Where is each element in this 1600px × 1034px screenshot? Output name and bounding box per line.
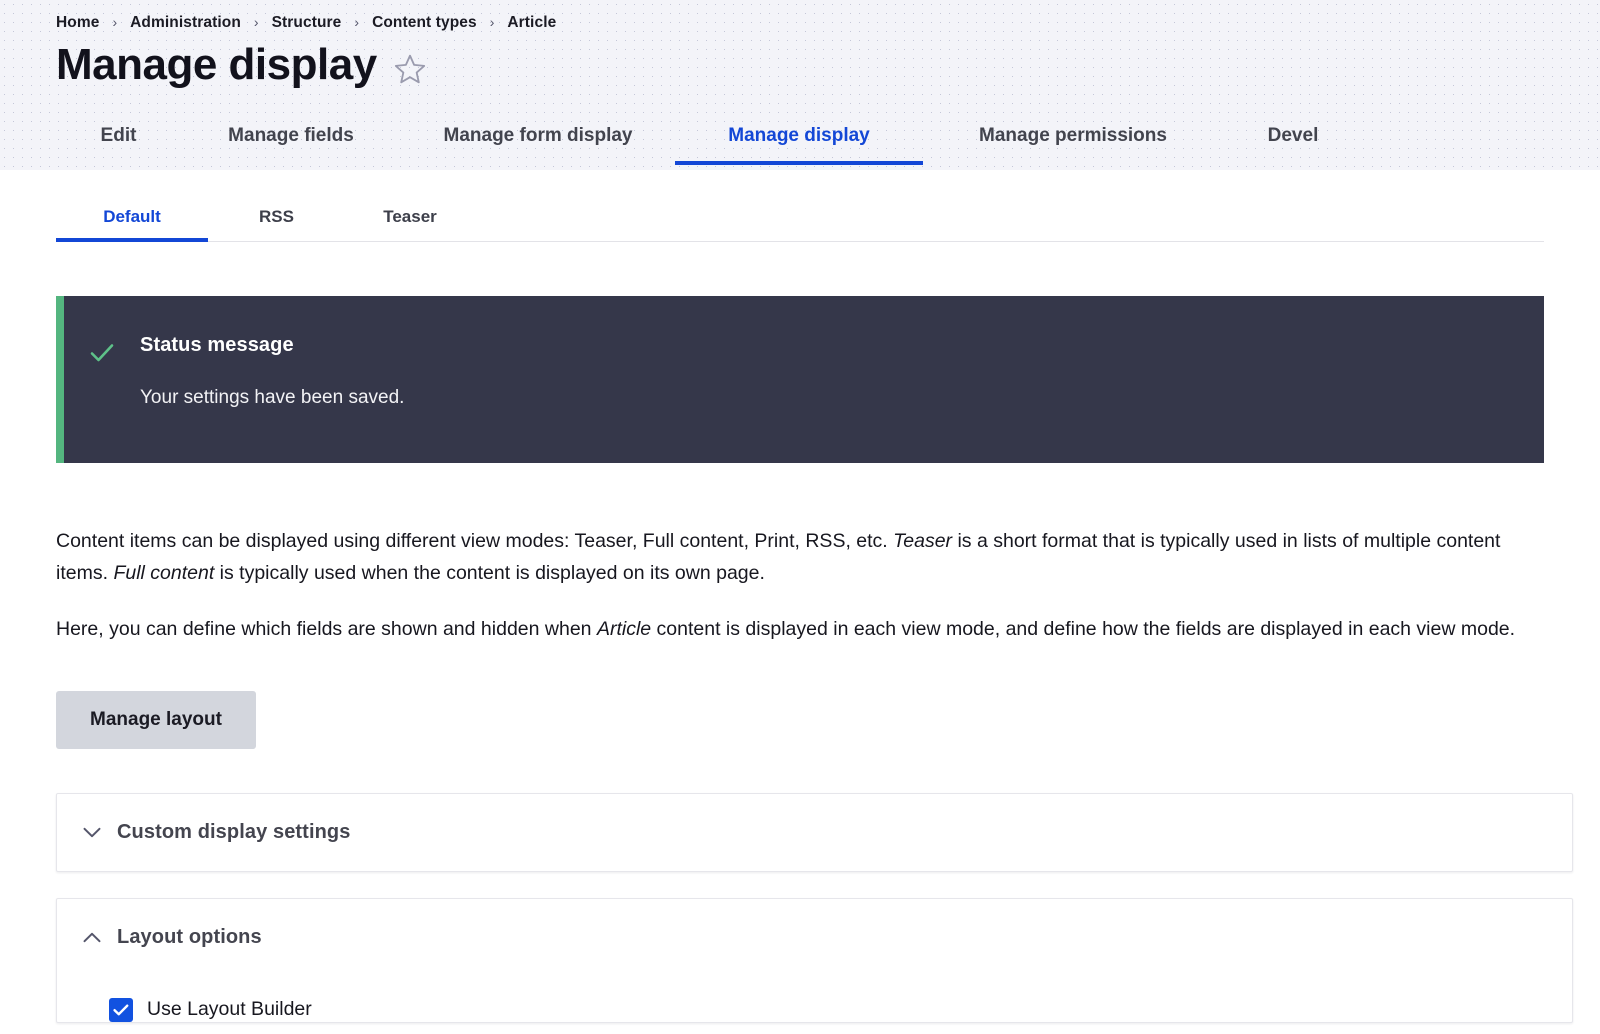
- intro-paragraph-2: Here, you can define which fields are sh…: [56, 613, 1536, 645]
- manage-layout-button[interactable]: Manage layout: [56, 691, 256, 749]
- breadcrumb-item-structure[interactable]: Structure: [272, 14, 342, 32]
- use-layout-builder-checkbox[interactable]: [109, 998, 133, 1022]
- intro-p2-text-2: content is displayed in each view mode, …: [651, 618, 1515, 640]
- title-row: Manage display: [0, 36, 1600, 89]
- panel-custom-display-settings: Custom display settings: [56, 793, 1573, 872]
- panel-layout-options-content: Use Layout Builder: [57, 976, 1572, 1022]
- secondary-tab-bar: Default RSS Teaser: [56, 170, 1544, 242]
- breadcrumb-item-home[interactable]: Home: [56, 14, 99, 32]
- status-message: Status message Your settings have been s…: [56, 296, 1544, 463]
- star-outline-icon[interactable]: [393, 52, 427, 86]
- panel-custom-display-settings-title: Custom display settings: [117, 821, 350, 844]
- page-header: Home › Administration › Structure › Cont…: [0, 0, 1600, 170]
- status-message-wrapper: Status message Your settings have been s…: [56, 296, 1544, 463]
- secondary-tab-bar-wrapper: Default RSS Teaser: [0, 170, 1600, 242]
- panel-layout-options-summary[interactable]: Layout options: [57, 899, 1572, 976]
- breadcrumb: Home › Administration › Structure › Cont…: [0, 0, 1600, 36]
- main-content: Status message Your settings have been s…: [0, 296, 1600, 1023]
- tab-manage-form-display[interactable]: Manage form display: [401, 125, 675, 165]
- chevron-up-icon: [83, 932, 101, 943]
- view-mode-tab-default[interactable]: Default: [56, 207, 208, 241]
- intro-p2-emphasis-article: Article: [597, 618, 651, 640]
- breadcrumb-separator-icon: ›: [254, 15, 259, 29]
- status-message-body: Status message Your settings have been s…: [140, 324, 428, 427]
- intro-p1-text-1: Content items can be displayed using dif…: [56, 530, 893, 552]
- intro-p1-emphasis-full-content: Full content: [113, 562, 214, 584]
- panel-layout-options: Layout options Use Layout Builder: [56, 898, 1573, 1023]
- tab-edit[interactable]: Edit: [56, 125, 181, 165]
- breadcrumb-item-administration[interactable]: Administration: [130, 14, 241, 32]
- chevron-down-icon: [83, 827, 101, 838]
- intro-p1-emphasis-teaser: Teaser: [893, 530, 952, 552]
- breadcrumb-separator-icon: ›: [112, 15, 117, 29]
- tab-devel[interactable]: Devel: [1223, 125, 1363, 165]
- panel-custom-display-settings-summary[interactable]: Custom display settings: [57, 794, 1572, 871]
- view-mode-tab-teaser[interactable]: Teaser: [345, 207, 475, 241]
- breadcrumb-item-article[interactable]: Article: [507, 14, 556, 32]
- tab-manage-display[interactable]: Manage display: [675, 125, 923, 165]
- intro-p2-text-1: Here, you can define which fields are sh…: [56, 618, 597, 640]
- breadcrumb-separator-icon: ›: [490, 15, 495, 29]
- primary-tab-bar: Edit Manage fields Manage form display M…: [0, 105, 1600, 165]
- page-title: Manage display: [56, 40, 377, 89]
- status-message-text: Your settings have been saved.: [140, 387, 404, 409]
- intro-p1-text-3: is typically used when the content is di…: [214, 562, 765, 584]
- intro-paragraph-1: Content items can be displayed using dif…: [56, 525, 1536, 589]
- status-message-title: Status message: [140, 334, 404, 357]
- check-icon: [64, 324, 140, 427]
- view-mode-tab-rss[interactable]: RSS: [208, 207, 345, 241]
- tab-manage-fields[interactable]: Manage fields: [181, 125, 401, 165]
- use-layout-builder-label[interactable]: Use Layout Builder: [147, 998, 312, 1021]
- panel-layout-options-title: Layout options: [117, 926, 262, 949]
- use-layout-builder-row: Use Layout Builder: [109, 998, 1572, 1022]
- breadcrumb-separator-icon: ›: [354, 15, 359, 29]
- tab-manage-permissions[interactable]: Manage permissions: [923, 125, 1223, 165]
- breadcrumb-item-content-types[interactable]: Content types: [372, 14, 477, 32]
